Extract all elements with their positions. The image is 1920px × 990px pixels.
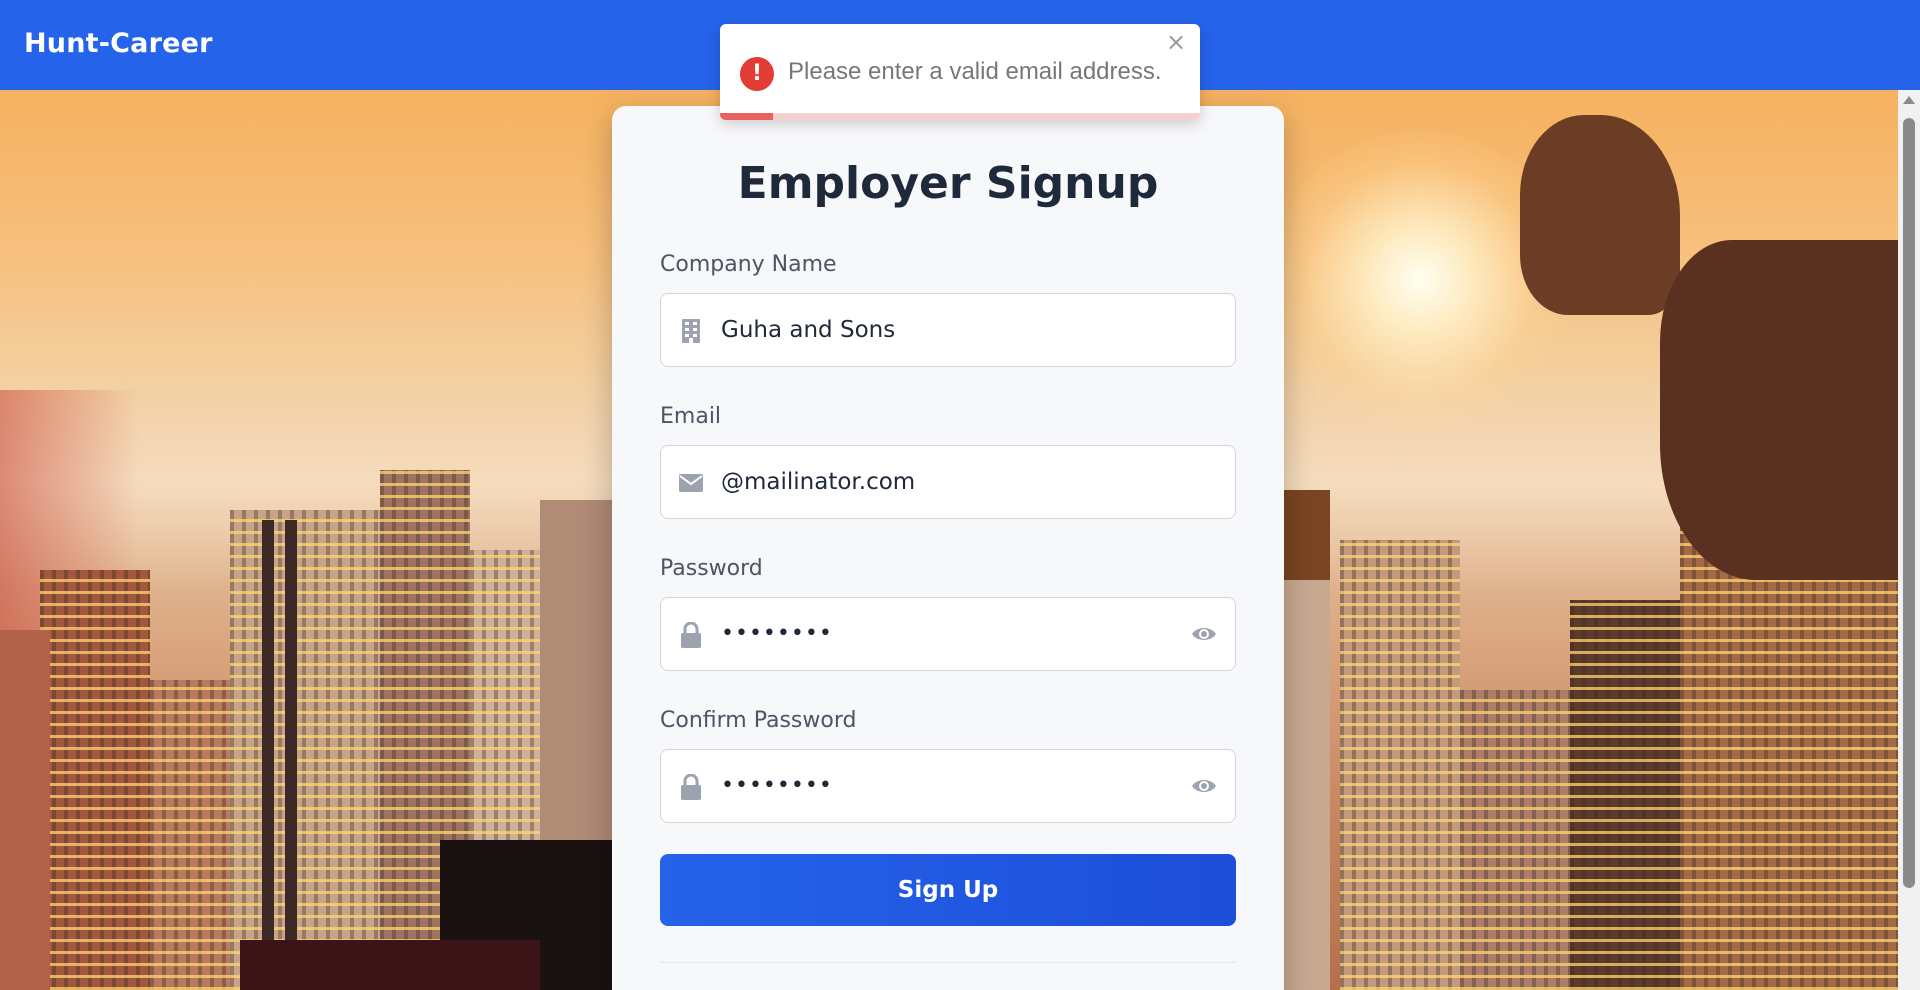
lock-icon [679, 622, 703, 648]
email-label: Email [660, 404, 722, 429]
email-field[interactable]: @mailinator.com [660, 445, 1236, 519]
error-icon: ! [740, 57, 774, 91]
building-icon [679, 318, 703, 344]
brand-logo[interactable]: Hunt-Career [24, 28, 213, 59]
close-icon[interactable]: × [1164, 30, 1188, 54]
company-name-input[interactable]: Guha and Sons [721, 294, 895, 366]
toast-progress-fill [720, 113, 773, 120]
toast-message: Please enter a valid email address. [788, 58, 1162, 85]
email-input[interactable]: @mailinator.com [721, 446, 915, 518]
password-input[interactable]: •••••••• [721, 598, 833, 670]
eye-icon[interactable] [1191, 624, 1217, 644]
company-name-field[interactable]: Guha and Sons [660, 293, 1236, 367]
employer-signup-card: Employer Signup Company Name Guha and So… [612, 106, 1284, 990]
company-name-label: Company Name [660, 252, 837, 277]
eye-icon[interactable] [1191, 776, 1217, 796]
envelope-icon [679, 470, 703, 496]
lock-icon [679, 774, 703, 800]
scrollbar-thumb[interactable] [1903, 118, 1915, 888]
confirm-password-field[interactable]: •••••••• [660, 749, 1236, 823]
page-title: Employer Signup [737, 158, 1159, 209]
confirm-password-label: Confirm Password [660, 708, 857, 733]
scrollbar[interactable] [1898, 90, 1920, 990]
error-toast: ! Please enter a valid email address. × [720, 24, 1200, 120]
confirm-password-input[interactable]: •••••••• [721, 750, 833, 822]
sign-up-button[interactable]: Sign Up [660, 854, 1236, 926]
password-field[interactable]: •••••••• [660, 597, 1236, 671]
password-label: Password [660, 556, 763, 581]
scroll-up-arrow-icon[interactable] [1903, 96, 1915, 104]
divider [660, 962, 1236, 963]
toast-progress-bar [720, 113, 1200, 120]
